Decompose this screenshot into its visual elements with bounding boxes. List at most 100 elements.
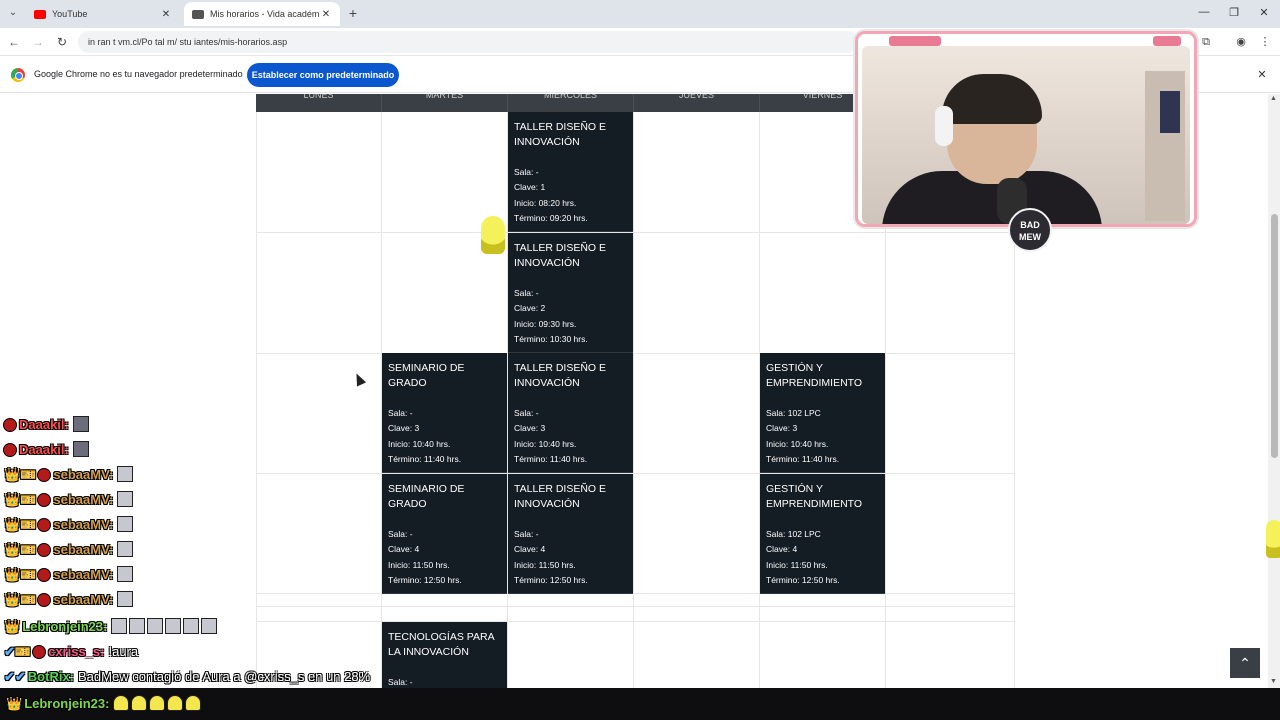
class-key: Clave: 4 — [514, 544, 546, 555]
chat-message: ✔✔ BotRix: BadMew contagió de Aura a @cxri… — [4, 666, 370, 688]
close-tab-icon[interactable]: ✕ — [320, 9, 332, 20]
chat-message: 👑 Lebronjein23: — [4, 616, 219, 638]
status-dot-icon — [38, 469, 51, 481]
back-to-top-button[interactable]: ⌃ — [1230, 648, 1260, 678]
class-start: Inicio: 10:40 hrs. — [766, 438, 829, 449]
chat-message: 👑🎫 sebaaMV: — [4, 564, 135, 586]
webcam-background-poster — [1160, 91, 1180, 133]
day-header-miercoles: MIÉRCOLES — [508, 94, 634, 112]
class-room: Sala: - — [514, 167, 539, 177]
emote-icon — [72, 441, 89, 457]
chat-message: 👑 Lebronjein23: — [6, 693, 203, 715]
tab-youtube[interactable]: YouTube ✕ — [26, 2, 180, 26]
status-dot-icon — [33, 646, 46, 658]
emote-icon — [117, 566, 134, 582]
class-key: Clave: 1 — [514, 182, 546, 193]
maximize-icon[interactable]: ❐ — [1224, 6, 1244, 19]
class-room: Sala: 102 LPC — [766, 408, 821, 418]
profile-icon[interactable]: ◉ — [1233, 34, 1249, 50]
day-header-jueves: JUEVES — [634, 94, 760, 112]
menu-icon[interactable]: ⋮ — [1257, 34, 1273, 50]
reload-icon[interactable]: ↻ — [54, 34, 70, 50]
chat-username: Lebronjein23: — [22, 619, 108, 634]
scroll-up-icon[interactable]: ▲ — [1270, 95, 1277, 102]
class-room: Sala: 102 LPC — [766, 529, 821, 539]
class-start: Inicio: 11:50 hrs. — [514, 559, 576, 570]
class-block[interactable]: GESTIÓN Y EMPRENDIMIENTO Sala: 102 LPC C… — [760, 353, 885, 473]
new-tab-icon[interactable]: + — [345, 5, 361, 21]
crown-badge-icon: 👑🎫 — [4, 592, 37, 607]
class-block[interactable]: TALLER DISEÑO E INNOVACIÓN Sala: - Clave… — [508, 233, 633, 353]
emote-icon — [167, 695, 184, 711]
tab-mis-horarios[interactable]: Mis horarios - Vida académica ✕ — [184, 2, 340, 26]
channel-logo: BAD MEW — [1008, 208, 1052, 252]
class-end: Término: 10:30 hrs. — [514, 333, 588, 344]
chat-message: ✔🎫 cxriss_s: !aura — [4, 641, 138, 663]
chrome-logo-icon — [11, 68, 25, 82]
class-block[interactable]: GESTIÓN Y EMPRENDIMIENTO Sala: 102 LPC C… — [760, 474, 885, 594]
chat-username: sebaaMV: — [53, 492, 114, 507]
back-icon[interactable]: ← — [6, 34, 22, 50]
set-default-button[interactable]: Establecer como predeterminado — [247, 63, 399, 87]
stream-chat: Daaakil: Daaakil: 👑🎫 sebaaMV: 👑🎫 sebaaMV: … — [4, 414, 424, 690]
chat-message: Daaakil: — [4, 414, 91, 436]
crown-badge-icon: 👑 — [4, 619, 21, 634]
chat-message: 👑🎫 sebaaMV: — [4, 539, 135, 561]
forward-icon[interactable]: → — [30, 34, 46, 50]
chat-username: sebaaMV: — [53, 517, 114, 532]
emote-icon — [117, 466, 134, 482]
close-infobar-icon[interactable]: ✕ — [1256, 68, 1268, 81]
grid-line — [633, 112, 634, 688]
chat-message: 👑🎫 sebaaMV: — [4, 514, 135, 536]
emote-icon — [165, 618, 182, 634]
tab-title: Mis horarios - Vida académica — [210, 9, 320, 19]
class-key: Clave: 4 — [766, 544, 798, 555]
webcam-decoration — [1153, 36, 1181, 46]
scrollbar-thumb[interactable] — [1271, 214, 1278, 458]
emote-icon — [117, 591, 134, 607]
class-room: Sala: - — [514, 288, 539, 298]
class-end: Término: 11:40 hrs. — [766, 453, 840, 464]
tab-strip: ⌄ YouTube ✕ Mis horarios - Vida académic… — [0, 0, 1280, 28]
emote-icon — [117, 491, 134, 507]
address-bar[interactable]: in ran t vm.cl/Po tal m/ stu iantes/mis-… — [78, 31, 858, 53]
chat-username: sebaaMV: — [53, 567, 114, 582]
verified-badge-icon: ✔🎫 — [4, 644, 32, 659]
tab-search-icon[interactable]: ⌄ — [6, 6, 20, 20]
class-title: GESTIÓN Y EMPRENDIMIENTO — [766, 483, 863, 510]
minimize-icon[interactable]: — — [1194, 6, 1214, 18]
crown-badge-icon: 👑 — [6, 696, 23, 711]
emote-icon — [111, 618, 128, 634]
status-dot-icon — [4, 444, 16, 456]
class-block[interactable]: TALLER DISEÑO E INNOVACIÓN Sala: - Clave… — [508, 112, 633, 232]
class-title: GESTIÓN Y EMPRENDIMIENTO — [766, 362, 863, 389]
chat-message: 👑🎫 sebaaMV: — [4, 464, 135, 486]
emote-icon — [131, 695, 148, 711]
ghost-sticker-icon — [1266, 520, 1280, 558]
close-tab-icon[interactable]: ✕ — [160, 9, 172, 20]
class-key: Clave: 2 — [514, 303, 546, 314]
chat-username: Daaakil: — [19, 417, 69, 432]
chat-message: 👑🎫 sebaaMV: — [4, 489, 135, 511]
crown-badge-icon: 👑🎫 — [4, 492, 37, 507]
class-start: Inicio: 09:30 hrs. — [514, 318, 577, 329]
emote-icon — [147, 618, 164, 634]
extensions-icon[interactable]: ⧉ — [1198, 34, 1214, 50]
status-dot-icon — [38, 544, 51, 556]
streamer-hair — [942, 74, 1042, 124]
emote-icon — [183, 618, 200, 634]
scroll-down-icon[interactable]: ▼ — [1270, 678, 1277, 685]
class-block[interactable]: TALLER DISEÑO E INNOVACIÓN Sala: - Clave… — [508, 474, 633, 594]
class-start: Inicio: 08:20 hrs. — [514, 197, 577, 208]
class-start: Inicio: 11:50 hrs. — [766, 559, 828, 570]
chat-username: Lebronjein23: — [24, 696, 110, 711]
day-header-martes: MARTES — [382, 94, 508, 112]
emote-icon — [149, 695, 166, 711]
infobar-message: Google Chrome no es tu navegador predete… — [34, 69, 243, 79]
chat-text: BadMew contagió de Aura a @cxriss_s en u… — [78, 669, 371, 684]
class-block[interactable]: TALLER DISEÑO E INNOVACIÓN Sala: - Clave… — [508, 353, 633, 473]
chat-message: 👑🎫 sebaaMV: — [4, 589, 135, 611]
crown-badge-icon: 👑🎫 — [4, 517, 37, 532]
close-window-icon[interactable]: ✕ — [1254, 6, 1274, 19]
status-dot-icon — [38, 519, 51, 531]
